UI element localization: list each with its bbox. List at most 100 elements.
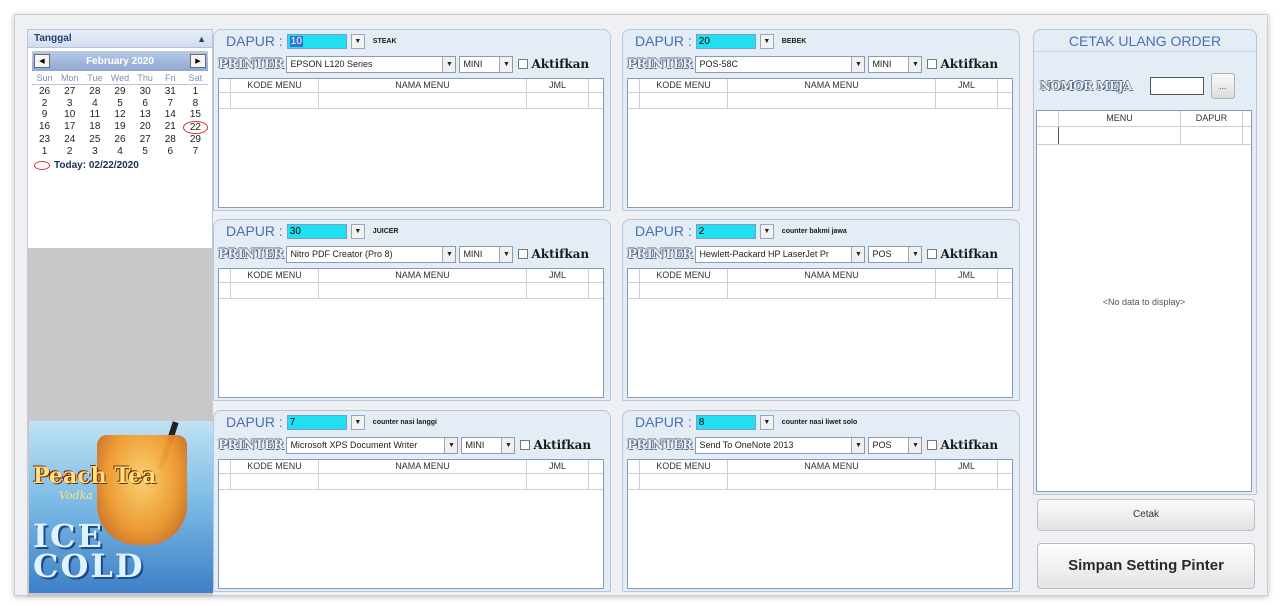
calendar-day[interactable]: 31 <box>158 86 183 98</box>
printer-select[interactable]: Send To OneNote 2013 ▼ <box>695 436 866 454</box>
column-header[interactable]: JML <box>936 460 998 473</box>
dapur-code-field[interactable]: 8 <box>695 414 756 430</box>
calendar-day[interactable]: 27 <box>133 134 158 146</box>
column-header[interactable]: NAMA MENU <box>319 460 527 473</box>
lookup-button[interactable]: ... <box>1210 73 1235 99</box>
column-header[interactable]: KODE MENU <box>640 269 728 282</box>
calendar-day[interactable]: 28 <box>158 134 183 146</box>
column-header[interactable]: JML <box>527 269 589 282</box>
calendar-day[interactable]: 17 <box>57 121 82 135</box>
column-header[interactable]: DAPUR <box>1181 111 1243 126</box>
menu-grid[interactable]: KODE MENU NAMA MENU JML <box>627 78 1013 208</box>
menu-grid[interactable]: KODE MENU NAMA MENU JML <box>218 78 604 208</box>
dapur-code-field[interactable]: 2 <box>695 223 756 239</box>
table-number-input[interactable] <box>1149 77 1204 95</box>
calendar-day[interactable]: 21 <box>158 121 183 135</box>
column-header[interactable]: KODE MENU <box>231 79 319 92</box>
table-row[interactable] <box>219 283 603 299</box>
calendar-day[interactable]: 9 <box>32 109 57 121</box>
calendar-day[interactable]: 26 <box>107 134 132 146</box>
dropdown-arrow-icon[interactable]: ▼ <box>759 414 774 430</box>
calendar-day[interactable]: 4 <box>107 146 132 158</box>
table-row[interactable] <box>628 93 1012 109</box>
column-header[interactable]: NAMA MENU <box>319 79 527 92</box>
calendar-day[interactable]: 5 <box>133 146 158 158</box>
printer-select[interactable]: POS-58C ▼ <box>695 55 866 73</box>
dropdown-arrow-icon[interactable]: ▼ <box>908 56 922 72</box>
calendar-day[interactable]: 7 <box>158 98 183 110</box>
paper-size-select[interactable]: POS ▼ <box>868 436 923 454</box>
column-header[interactable]: KODE MENU <box>231 269 319 282</box>
column-header[interactable]: NAMA MENU <box>728 460 936 473</box>
calendar-day[interactable]: 1 <box>32 146 57 158</box>
column-header[interactable]: JML <box>527 79 589 92</box>
aktifkan-checkbox[interactable] <box>927 249 938 259</box>
column-header[interactable]: JML <box>936 269 998 282</box>
calendar-day[interactable]: 14 <box>158 109 183 121</box>
column-header[interactable]: KODE MENU <box>640 460 728 473</box>
paper-size-select[interactable]: MINI ▼ <box>461 436 516 454</box>
paper-size-select[interactable]: MINI ▼ <box>459 55 514 73</box>
paper-size-select[interactable]: MINI ▼ <box>459 245 514 263</box>
printer-select[interactable]: Nitro PDF Creator (Pro 8) ▼ <box>286 245 457 263</box>
calendar-day[interactable]: 12 <box>107 109 132 121</box>
calendar-day[interactable]: 19 <box>107 121 132 135</box>
dapur-code-field[interactable]: 7 <box>286 414 347 430</box>
dapur-code-field[interactable]: 30 <box>286 223 347 239</box>
calendar-day[interactable]: 6 <box>158 146 183 158</box>
printer-select[interactable]: Microsoft XPS Document Writer ▼ <box>286 436 459 454</box>
save-settings-button[interactable]: Simpan Setting Pinter <box>1037 543 1255 589</box>
calendar-day[interactable]: 11 <box>82 109 107 121</box>
column-header[interactable]: KODE MENU <box>640 79 728 92</box>
printer-select[interactable]: Hewlett-Packard HP LaserJet Pr ▼ <box>695 245 866 263</box>
aktifkan-checkbox[interactable] <box>927 440 938 450</box>
column-header[interactable]: NAMA MENU <box>319 269 527 282</box>
calendar-day[interactable]: 23 <box>32 134 57 146</box>
dropdown-arrow-icon[interactable]: ▼ <box>908 246 922 262</box>
calendar-day-today[interactable]: 22 <box>182 120 208 134</box>
aktifkan-checkbox[interactable] <box>927 59 938 69</box>
column-header[interactable]: JML <box>527 460 589 473</box>
dapur-code-field[interactable]: 10 <box>286 33 347 49</box>
calendar-day[interactable]: 6 <box>133 98 158 110</box>
calendar-day[interactable]: 28 <box>82 86 107 98</box>
printer-select[interactable]: EPSON L120 Series ▼ <box>286 55 457 73</box>
calendar-day[interactable]: 3 <box>57 98 82 110</box>
calendar-day[interactable]: 13 <box>133 109 158 121</box>
calendar-day[interactable]: 30 <box>133 86 158 98</box>
calendar-day[interactable]: 2 <box>32 98 57 110</box>
menu-grid[interactable]: KODE MENU NAMA MENU JML <box>218 459 604 589</box>
calendar-day[interactable]: 8 <box>183 98 208 110</box>
dropdown-arrow-icon[interactable]: ▼ <box>499 56 513 72</box>
menu-grid[interactable]: KODE MENU NAMA MENU JML <box>627 268 1013 398</box>
today-link[interactable]: Today: 02/22/2020 <box>34 160 206 171</box>
calendar-day[interactable]: 5 <box>107 98 132 110</box>
calendar-day[interactable]: 3 <box>82 146 107 158</box>
next-month-button[interactable]: ▶ <box>189 54 206 68</box>
calendar-day[interactable]: 27 <box>57 86 82 98</box>
menu-grid[interactable]: KODE MENU NAMA MENU JML <box>218 268 604 398</box>
table-row[interactable] <box>628 283 1012 299</box>
calendar-day[interactable]: 1 <box>183 86 208 98</box>
calendar-day[interactable]: 10 <box>57 109 82 121</box>
table-row[interactable] <box>628 474 1012 490</box>
aktifkan-checkbox[interactable] <box>518 59 529 69</box>
paper-size-select[interactable]: MINI ▼ <box>868 55 923 73</box>
dropdown-arrow-icon[interactable]: ▼ <box>350 223 365 239</box>
calendar-day[interactable]: 7 <box>183 146 208 158</box>
calendar-day[interactable]: 26 <box>32 86 57 98</box>
dropdown-arrow-icon[interactable]: ▼ <box>759 33 774 49</box>
dropdown-arrow-icon[interactable]: ▼ <box>759 223 774 239</box>
table-row[interactable] <box>1037 127 1251 145</box>
aktifkan-checkbox[interactable] <box>518 249 529 259</box>
column-header[interactable]: MENU <box>1059 111 1181 126</box>
calendar-day[interactable]: 4 <box>82 98 107 110</box>
column-header[interactable]: JML <box>936 79 998 92</box>
calendar-day[interactable]: 29 <box>183 134 208 146</box>
calendar-day[interactable]: 29 <box>107 86 132 98</box>
dropdown-arrow-icon[interactable]: ▼ <box>442 246 456 262</box>
calendar-day[interactable]: 20 <box>133 121 158 135</box>
dropdown-arrow-icon[interactable]: ▼ <box>908 437 922 453</box>
calendar-day[interactable]: 25 <box>82 134 107 146</box>
menu-grid[interactable]: KODE MENU NAMA MENU JML <box>627 459 1013 589</box>
